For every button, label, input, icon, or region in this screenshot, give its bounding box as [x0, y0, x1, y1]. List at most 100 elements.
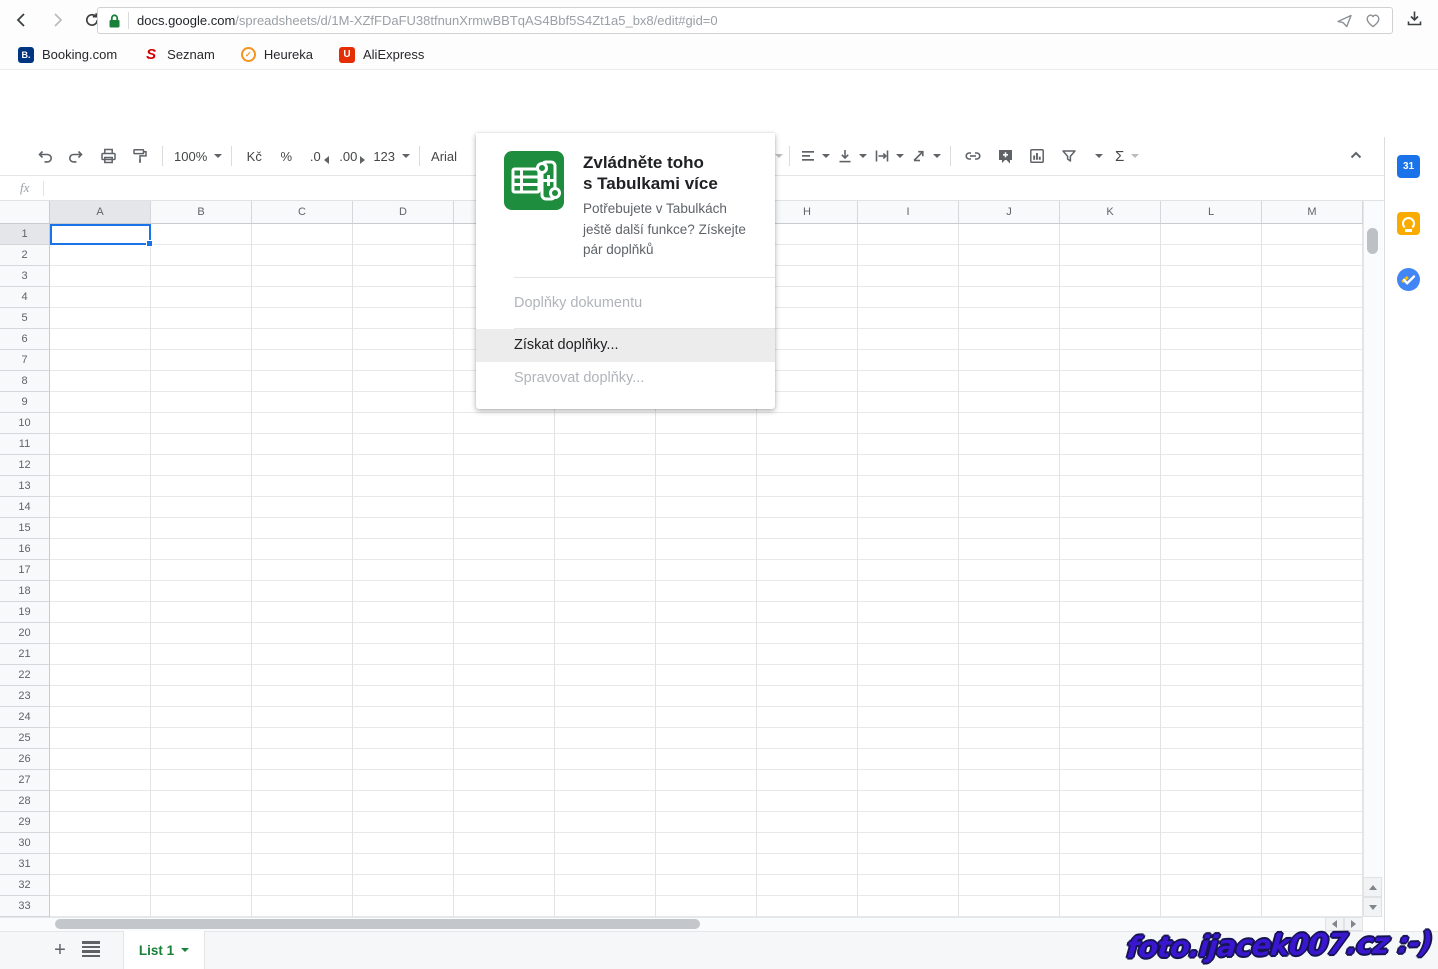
row-header-22[interactable]: 22: [0, 665, 50, 686]
row-header-11[interactable]: 11: [0, 434, 50, 455]
column-header-J[interactable]: J: [959, 201, 1060, 224]
row-header-10[interactable]: 10: [0, 413, 50, 434]
format-currency-button[interactable]: Kč: [241, 143, 267, 169]
heart-bookmark-icon[interactable]: [1364, 12, 1382, 29]
text-wrap-button[interactable]: [873, 143, 904, 169]
row-header-13[interactable]: 13: [0, 476, 50, 497]
scroll-up-button[interactable]: [1363, 877, 1382, 897]
chevron-down-icon: [214, 154, 222, 158]
downloads-icon[interactable]: [1404, 8, 1425, 29]
column-header-L[interactable]: L: [1161, 201, 1262, 224]
bookmark-heureka[interactable]: ✓ Heureka: [241, 47, 313, 62]
filter-views-caret[interactable]: [1095, 154, 1103, 158]
row-header-3[interactable]: 3: [0, 266, 50, 287]
more-formats-button[interactable]: 123: [371, 143, 410, 169]
paint-format-icon[interactable]: [127, 143, 153, 169]
keep-icon[interactable]: [1397, 212, 1420, 235]
calendar-icon[interactable]: 31: [1397, 155, 1420, 178]
column-header-K[interactable]: K: [1060, 201, 1161, 224]
row-header-7[interactable]: 7: [0, 350, 50, 371]
print-icon[interactable]: [95, 143, 121, 169]
row-header-9[interactable]: 9: [0, 392, 50, 413]
row-header-17[interactable]: 17: [0, 560, 50, 581]
bookmark-booking[interactable]: B. Booking.com: [18, 47, 117, 63]
row-header-21[interactable]: 21: [0, 644, 50, 665]
collapse-toolbar-icon[interactable]: [1346, 145, 1366, 165]
send-to-device-icon[interactable]: [1335, 12, 1354, 30]
horizontal-scrollbar-thumb[interactable]: [55, 919, 700, 929]
scroll-down-button[interactable]: [1363, 897, 1382, 917]
format-percent-button[interactable]: %: [273, 143, 299, 169]
zoom-select[interactable]: 100%: [172, 143, 222, 169]
row-header-1[interactable]: 1: [0, 224, 50, 245]
row-header-31[interactable]: 31: [0, 854, 50, 875]
zoom-value: 100%: [172, 149, 209, 164]
sheet-tab-list1[interactable]: List 1: [123, 931, 205, 969]
column-header-C[interactable]: C: [252, 201, 353, 224]
decrease-decimals-button[interactable]: .0: [305, 143, 331, 169]
browser-toolbar: docs.google.com/spreadsheets/d/1M-XZfFDa…: [0, 0, 1438, 40]
functions-button[interactable]: Σ: [1113, 143, 1139, 169]
tasks-icon[interactable]: [1397, 268, 1420, 291]
row-header-20[interactable]: 20: [0, 623, 50, 644]
undo-icon[interactable]: [31, 143, 57, 169]
row-header-26[interactable]: 26: [0, 749, 50, 770]
all-sheets-button[interactable]: [82, 941, 100, 957]
select-all-corner[interactable]: [0, 201, 50, 224]
column-header-D[interactable]: D: [353, 201, 454, 224]
address-bar[interactable]: docs.google.com/spreadsheets/d/1M-XZfFDa…: [97, 7, 1393, 34]
row-header-19[interactable]: 19: [0, 602, 50, 623]
row-header-27[interactable]: 27: [0, 770, 50, 791]
row-header-8[interactable]: 8: [0, 371, 50, 392]
chevron-down-icon[interactable]: [775, 154, 783, 158]
insert-comment-icon[interactable]: [992, 143, 1018, 169]
row-header-4[interactable]: 4: [0, 287, 50, 308]
vertical-align-button[interactable]: [836, 143, 867, 169]
filter-icon[interactable]: [1056, 143, 1082, 169]
selected-cell-A1[interactable]: [50, 224, 151, 245]
row-header-16[interactable]: 16: [0, 539, 50, 560]
addons-promo-description: Potřebujete v Tabulkách ještě další funk…: [583, 199, 751, 261]
aliexpress-favicon: U: [339, 47, 355, 63]
bookmark-aliexpress[interactable]: U AliExpress: [339, 47, 424, 63]
sheet-tab-label: List 1: [139, 943, 174, 958]
addons-dropdown-menu: Zvládněte toho s Tabulkami více Potřebuj…: [476, 133, 775, 409]
text-rotation-button[interactable]: [910, 143, 941, 169]
url-text: docs.google.com/spreadsheets/d/1M-XZfFDa…: [137, 13, 718, 28]
column-header-M[interactable]: M: [1262, 201, 1363, 224]
row-header-25[interactable]: 25: [0, 728, 50, 749]
row-header-15[interactable]: 15: [0, 518, 50, 539]
url-domain: docs.google.com: [137, 13, 235, 28]
selection-fill-handle[interactable]: [146, 240, 153, 247]
forward-button[interactable]: [44, 7, 70, 33]
column-header-A[interactable]: A: [50, 201, 151, 224]
row-header-30[interactable]: 30: [0, 833, 50, 854]
row-header-12[interactable]: 12: [0, 455, 50, 476]
row-header-28[interactable]: 28: [0, 791, 50, 812]
row-header-33[interactable]: 33: [0, 896, 50, 917]
row-header-23[interactable]: 23: [0, 686, 50, 707]
insert-link-icon[interactable]: [960, 143, 986, 169]
row-header-2[interactable]: 2: [0, 245, 50, 266]
column-header-I[interactable]: I: [858, 201, 959, 224]
row-header-6[interactable]: 6: [0, 329, 50, 350]
row-header-14[interactable]: 14: [0, 497, 50, 518]
watermark: foto.ijacek007.cz :-): [1126, 925, 1434, 964]
menu-item-get-addons[interactable]: Získat doplňky...: [476, 329, 775, 362]
column-header-B[interactable]: B: [151, 201, 252, 224]
row-header-18[interactable]: 18: [0, 581, 50, 602]
horizontal-align-button[interactable]: [799, 143, 830, 169]
row-header-5[interactable]: 5: [0, 308, 50, 329]
redo-icon[interactable]: [63, 143, 89, 169]
row-header-32[interactable]: 32: [0, 875, 50, 896]
bookmark-seznam[interactable]: S Seznam: [143, 47, 215, 63]
increase-decimals-button[interactable]: .00: [337, 143, 365, 169]
vertical-scrollbar[interactable]: [1363, 201, 1383, 917]
add-sheet-button[interactable]: +: [48, 938, 72, 962]
back-button[interactable]: [9, 7, 35, 33]
insert-chart-icon[interactable]: [1024, 143, 1050, 169]
vertical-scrollbar-thumb[interactable]: [1367, 228, 1378, 254]
row-header-29[interactable]: 29: [0, 812, 50, 833]
bookmark-label: AliExpress: [363, 47, 424, 62]
row-header-24[interactable]: 24: [0, 707, 50, 728]
